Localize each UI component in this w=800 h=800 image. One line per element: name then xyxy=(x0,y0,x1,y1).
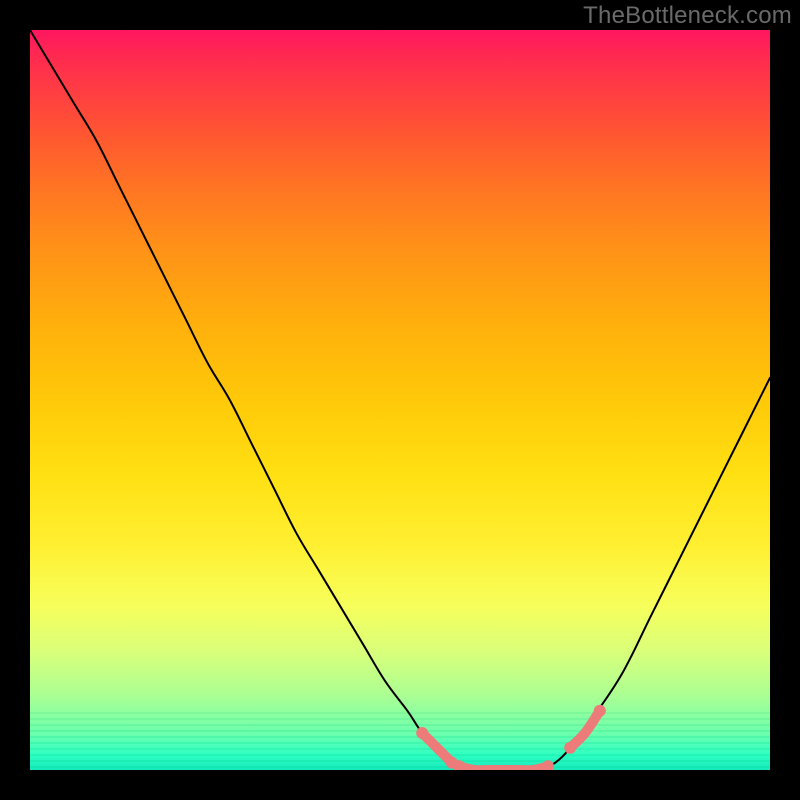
plot-area xyxy=(30,30,770,770)
salmon-dot xyxy=(542,760,554,770)
curve-svg xyxy=(30,30,770,770)
salmon-dot xyxy=(564,742,576,754)
salmon-dot xyxy=(594,705,606,717)
salmon-segment xyxy=(570,711,600,748)
salmon-segment xyxy=(422,733,452,763)
chart-frame: TheBottleneck.com xyxy=(0,0,800,800)
watermark-text: TheBottleneck.com xyxy=(583,2,792,30)
salmon-dot xyxy=(416,727,428,739)
salmon-segment xyxy=(459,766,548,770)
bottleneck-curve xyxy=(30,30,770,770)
salmon-highlight-group xyxy=(416,705,606,770)
